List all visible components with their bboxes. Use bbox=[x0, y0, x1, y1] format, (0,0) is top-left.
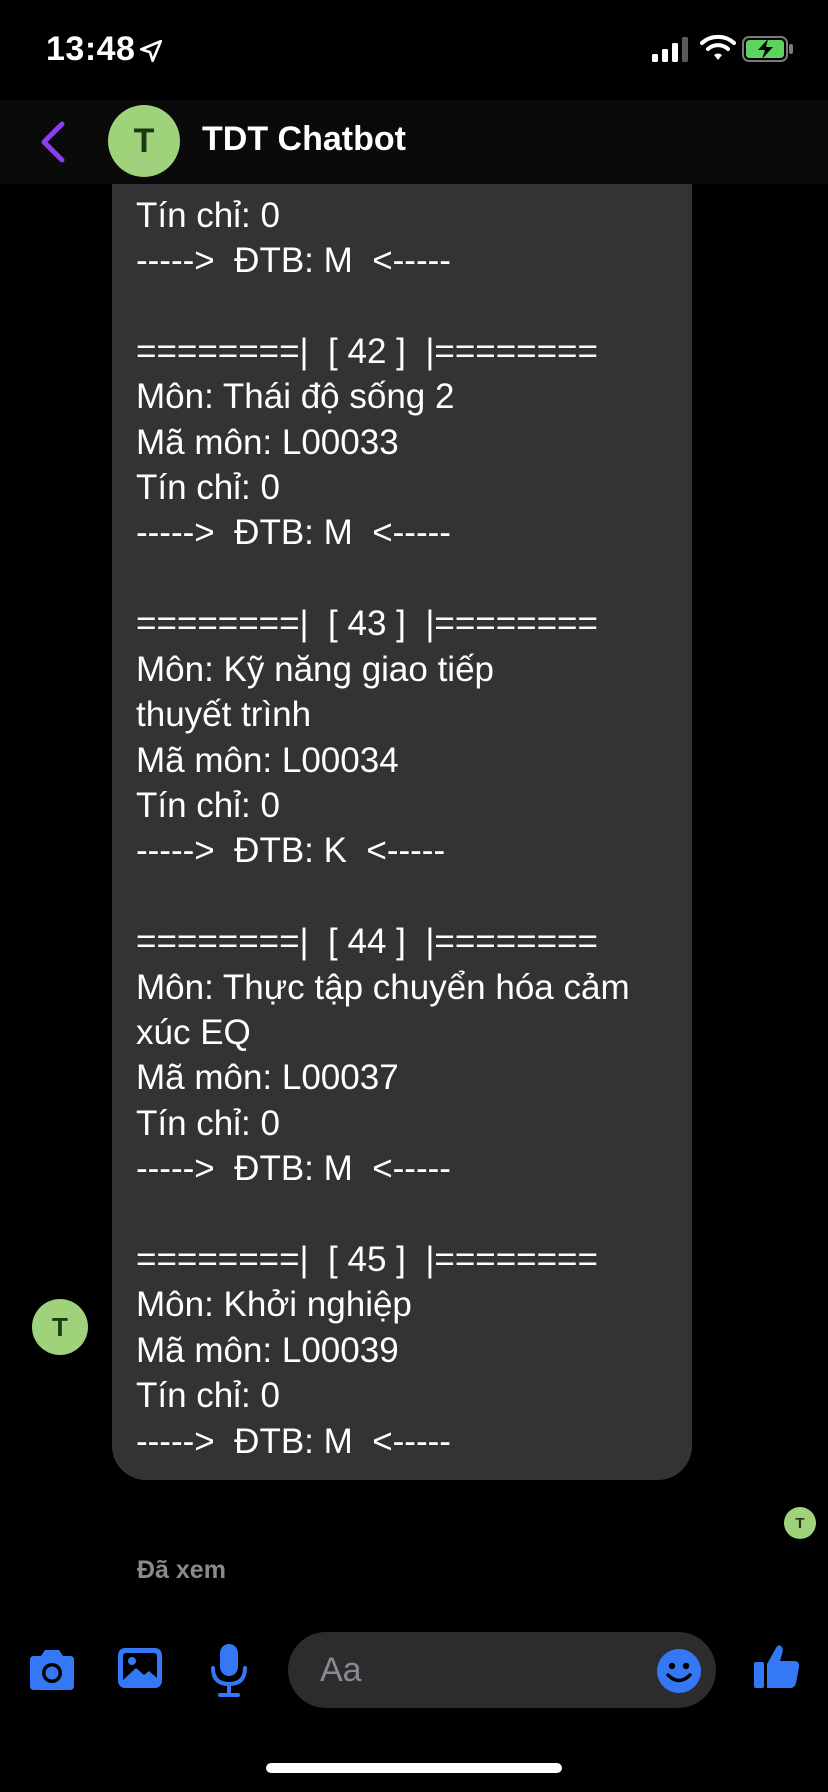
composer-bar bbox=[0, 1620, 828, 1720]
avatar[interactable]: T bbox=[108, 105, 180, 177]
avatar-letter: T bbox=[133, 121, 155, 160]
message-input[interactable] bbox=[318, 1646, 622, 1694]
home-indicator bbox=[266, 1763, 562, 1773]
gallery-icon[interactable] bbox=[116, 1644, 164, 1692]
message-bubble[interactable]: Môn: Kỹ năng ra quyết định Mã môn: L0002… bbox=[112, 184, 692, 1480]
chat-title[interactable]: TDT Chatbot bbox=[202, 120, 406, 159]
microphone-icon[interactable] bbox=[208, 1642, 250, 1698]
wifi-icon bbox=[700, 34, 736, 60]
thumbs-up-icon[interactable] bbox=[752, 1642, 802, 1692]
battery-charging-icon bbox=[742, 36, 793, 62]
back-arrow-icon[interactable] bbox=[38, 120, 68, 164]
emoji-icon[interactable] bbox=[656, 1648, 702, 1694]
seen-avatar-letter: T bbox=[795, 1514, 805, 1532]
status-bar: 13:48 bbox=[0, 0, 828, 100]
chat-header: T TDT Chatbot bbox=[0, 100, 828, 184]
message-input-container[interactable] bbox=[288, 1632, 716, 1708]
message-list[interactable]: Môn: Kỹ năng ra quyết định Mã môn: L0002… bbox=[0, 184, 828, 1534]
location-arrow-icon bbox=[139, 39, 163, 63]
seen-status: Đã xem bbox=[137, 1556, 226, 1584]
sender-avatar[interactable]: T bbox=[32, 1299, 88, 1355]
sender-avatar-letter: T bbox=[52, 1311, 68, 1342]
signal-icon bbox=[652, 37, 688, 62]
seen-indicator-avatar: T bbox=[784, 1507, 816, 1539]
camera-icon[interactable] bbox=[26, 1648, 78, 1692]
status-time: 13:48 bbox=[46, 30, 136, 68]
message-text: Môn: Kỹ năng ra quyết định Mã môn: L0002… bbox=[136, 184, 630, 1461]
